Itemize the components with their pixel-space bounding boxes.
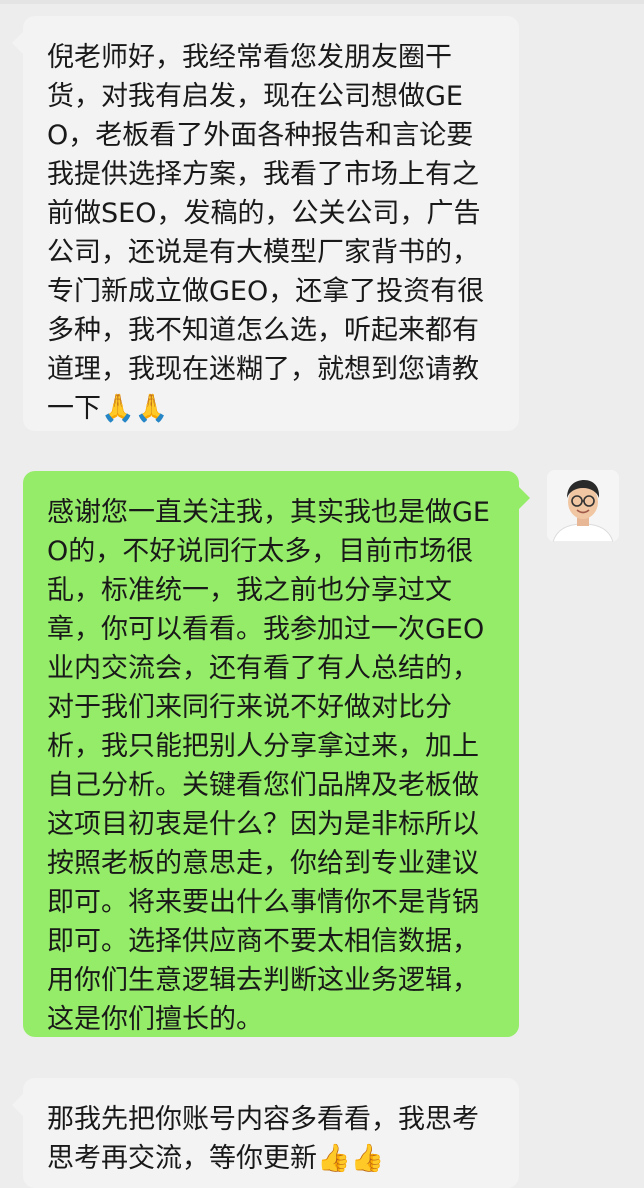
message-text: 那我先把你账号内容多看看，我思考思考再交流，等你更新 (47, 1104, 479, 1174)
sent-message-bubble[interactable]: 感谢您一直关注我，其实我也是做GEO的，不好说同行太多，目前市场很乱，标准统一，… (23, 471, 519, 1037)
folded-hands-emoji-icon: 🙏🙏 (101, 393, 169, 424)
sent-bubble-tail (519, 487, 530, 509)
received-bubble-tail (12, 32, 23, 54)
received-message-bubble[interactable]: 那我先把你账号内容多看看，我思考思考再交流，等你更新👍👍 (23, 1078, 519, 1188)
thumbs-up-emoji-icon: 👍👍 (317, 1143, 385, 1174)
sender-avatar[interactable] (547, 470, 619, 542)
received-message-bubble[interactable]: 倪老师好，我经常看您发朋友圈干货，对我有启发，现在公司想做GEO，老板看了外面各… (23, 16, 519, 431)
received-bubble-tail (12, 1094, 23, 1116)
top-divider (0, 0, 644, 4)
message-text: 倪老师好，我经常看您发朋友圈干货，对我有启发，现在公司想做GEO，老板看了外面各… (47, 42, 485, 424)
person-avatar-icon (547, 470, 619, 542)
message-text: 感谢您一直关注我，其实我也是做GEO的，不好说同行太多，目前市场很乱，标准统一，… (47, 497, 490, 1035)
